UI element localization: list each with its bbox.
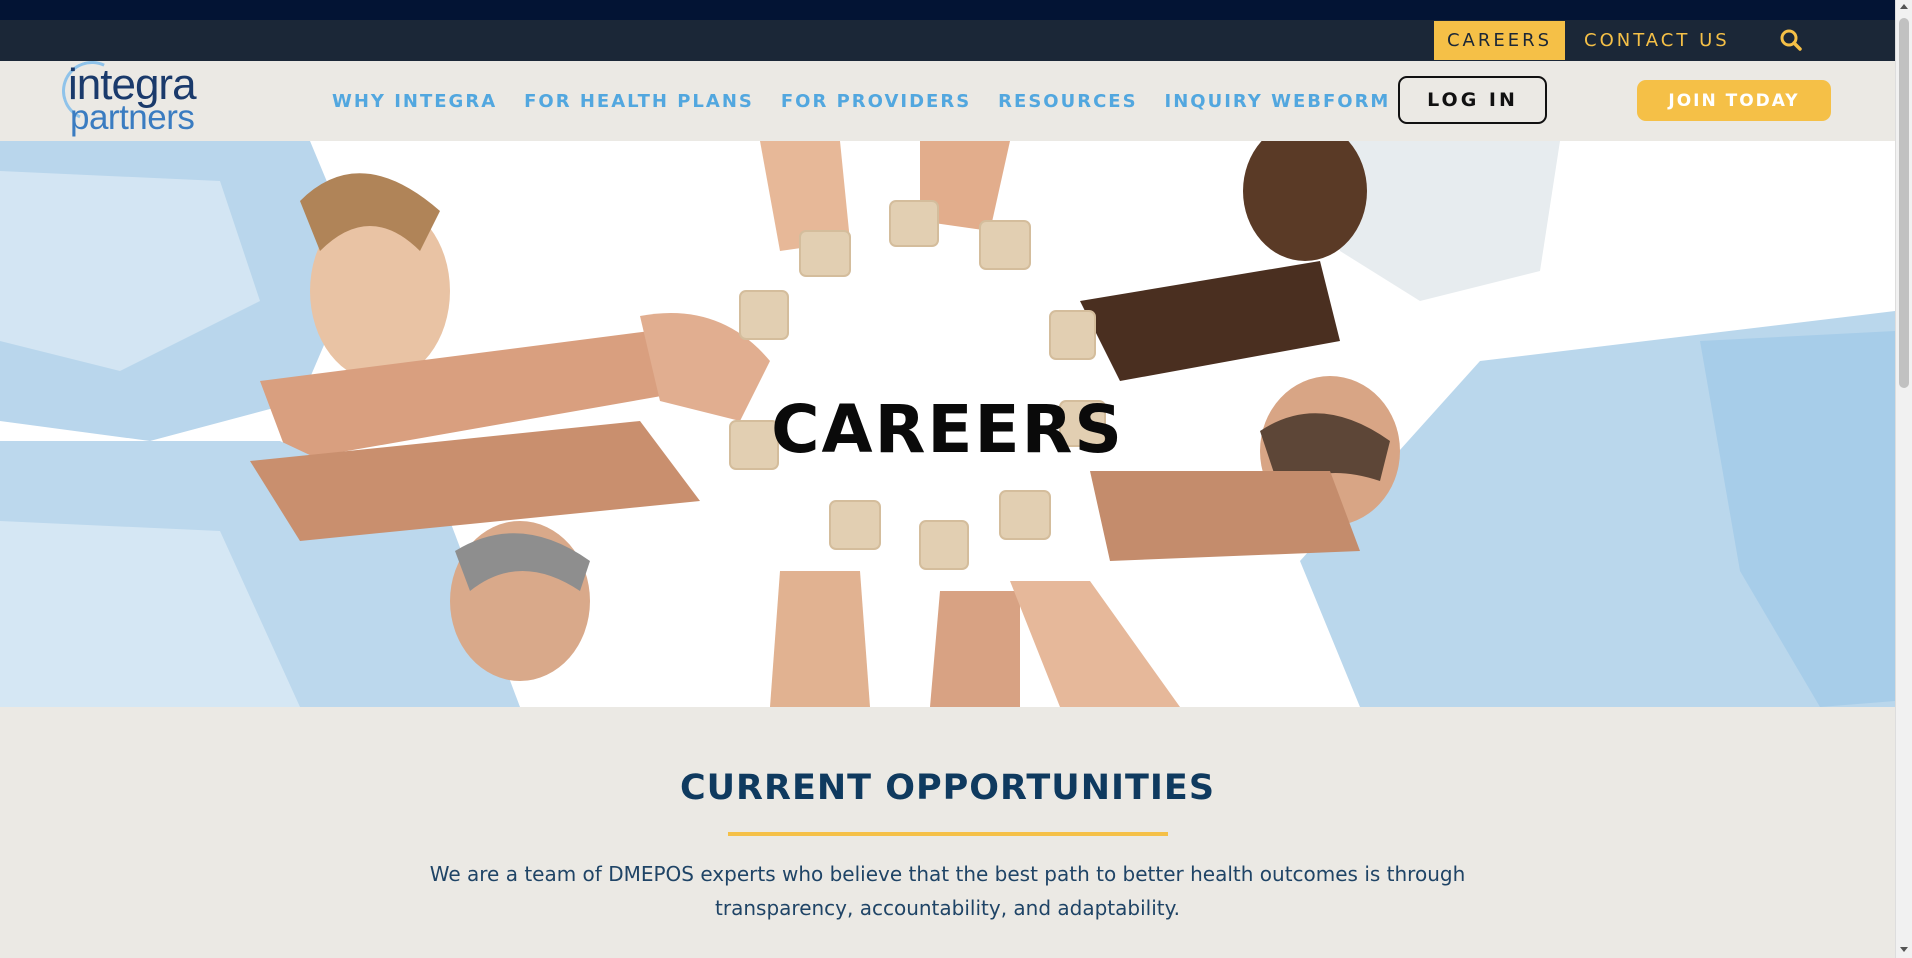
nav-resources[interactable]: RESOURCES [998, 91, 1137, 112]
utility-contact-link[interactable]: CONTACT US [1584, 21, 1730, 60]
login-button[interactable]: LOG IN [1398, 76, 1547, 124]
primary-nav: WHY INTEGRA FOR HEALTH PLANS FOR PROVIDE… [332, 61, 1390, 141]
top-strip [0, 0, 1895, 20]
utility-bar: CAREERS CONTACT US [0, 20, 1895, 61]
main-nav: integra partners WHY INTEGRA FOR HEALTH … [0, 52, 1895, 141]
utility-careers-link[interactable]: CAREERS [1434, 21, 1565, 60]
title-underline [728, 832, 1168, 836]
nav-for-providers[interactable]: FOR PROVIDERS [781, 91, 971, 112]
nav-for-health-plans[interactable]: FOR HEALTH PLANS [524, 91, 754, 112]
section-title: CURRENT OPPORTUNITIES [679, 768, 1216, 808]
scroll-down-arrow-icon[interactable] [1900, 947, 1908, 952]
search-icon[interactable] [1779, 28, 1803, 52]
join-today-button[interactable]: JOIN TODAY [1637, 80, 1831, 121]
vertical-scrollbar[interactable] [1895, 0, 1912, 958]
scroll-thumb[interactable] [1899, 18, 1909, 388]
hero-banner: CAREERS [0, 141, 1895, 707]
logo[interactable]: integra partners [53, 52, 232, 141]
opportunities-section: CURRENT OPPORTUNITIES We are a team of D… [0, 707, 1895, 958]
nav-why-integra[interactable]: WHY INTEGRA [332, 91, 497, 112]
hero-title: CAREERS [771, 391, 1124, 468]
nav-inquiry-webform[interactable]: INQUIRY WEBFORM [1165, 91, 1391, 112]
section-description: We are a team of DMEPOS experts who beli… [429, 862, 1466, 920]
scroll-up-arrow-icon[interactable] [1900, 4, 1908, 9]
logo-text-partners: partners [70, 98, 195, 137]
